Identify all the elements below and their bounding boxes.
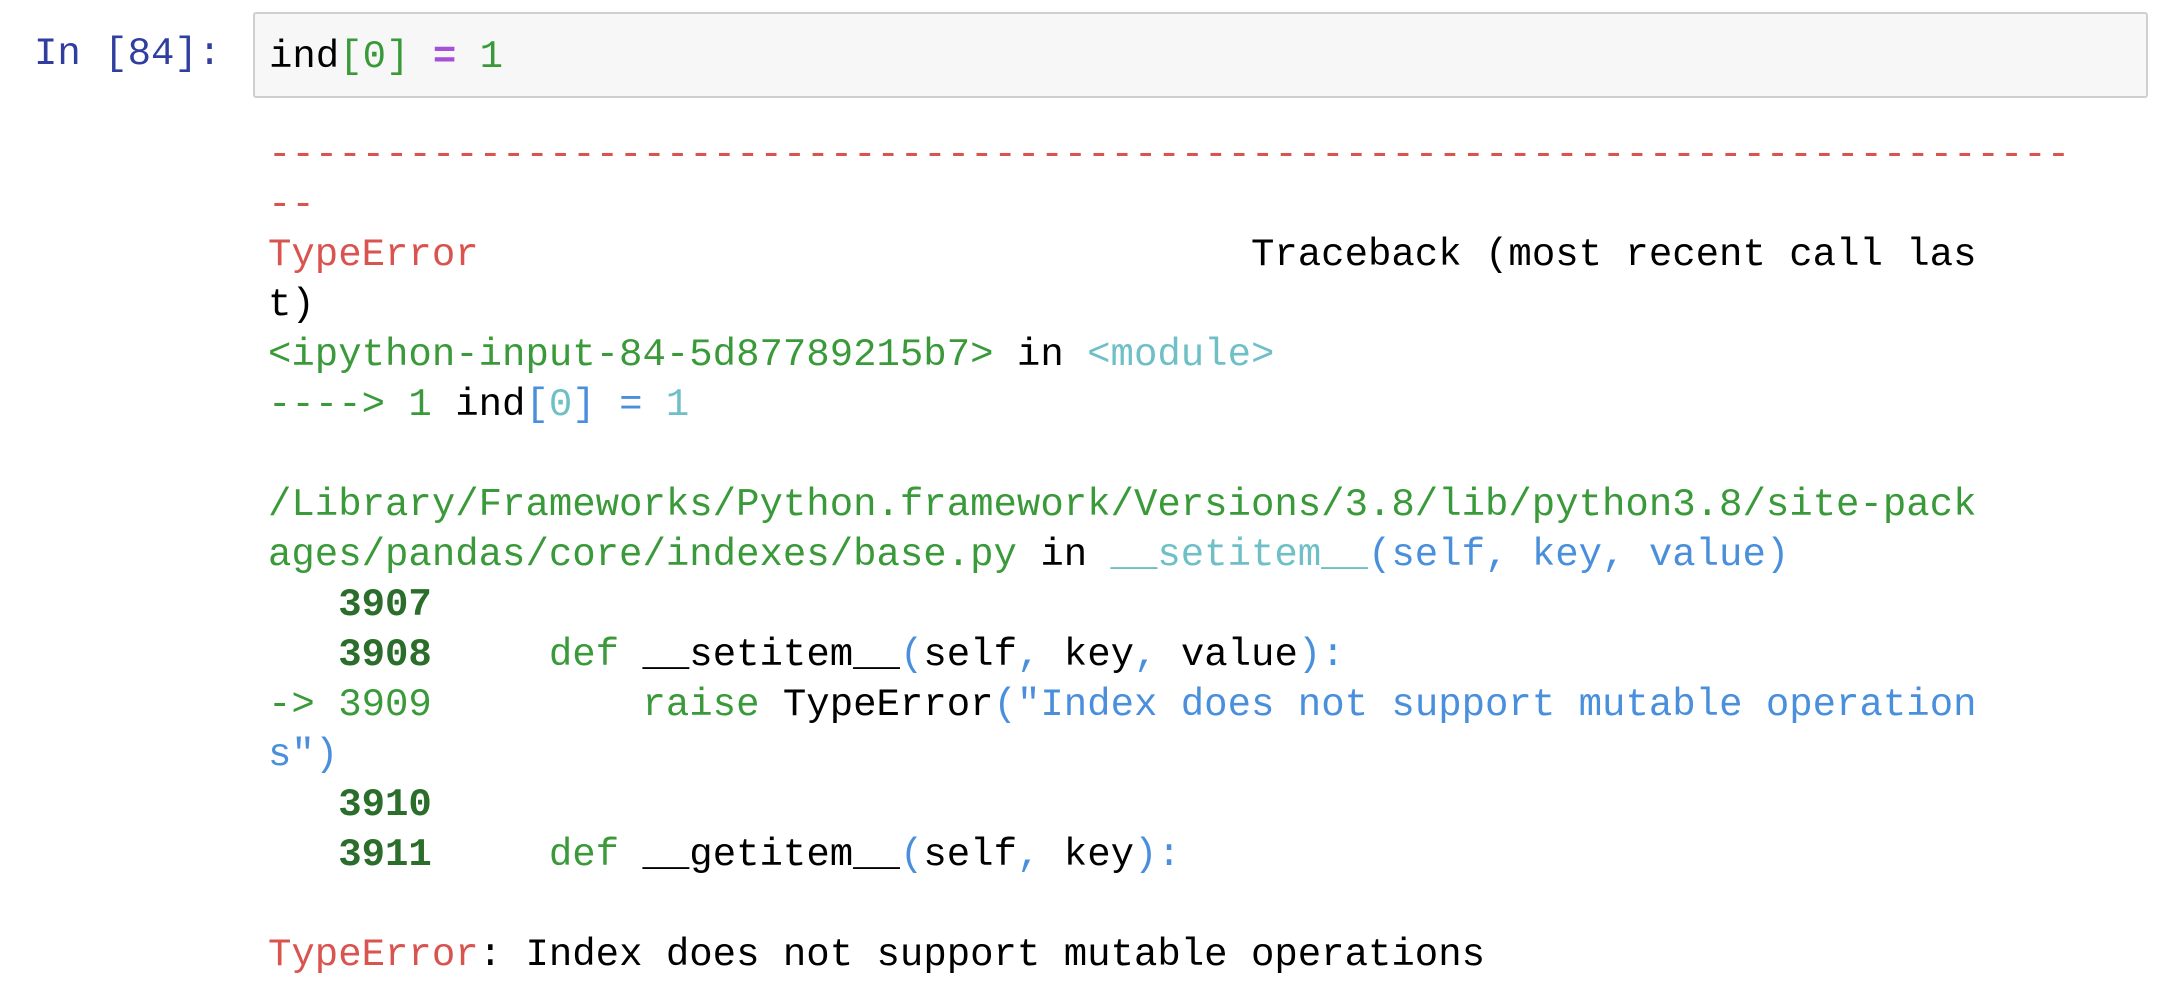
- arg-self: self: [923, 833, 1017, 877]
- frame2-path: ages/pandas/core/indexes/base.py: [268, 533, 1017, 577]
- code-operator: =: [409, 35, 480, 79]
- keyword-def: def: [548, 633, 620, 677]
- frame2-args: (self, key, value): [1368, 533, 1790, 577]
- traceback-header-wrap: t): [268, 283, 315, 327]
- string-literal: "Index does not support mutable operatio…: [1016, 683, 1977, 727]
- comma: ,: [1016, 833, 1064, 877]
- error-name: TypeError: [268, 233, 479, 277]
- exception-name: TypeError: [782, 683, 994, 727]
- func-name: __getitem__: [642, 833, 900, 877]
- arg-value: value: [1180, 633, 1298, 677]
- code-index: 0: [362, 35, 387, 79]
- frame1-var: ind: [455, 383, 526, 427]
- traceback-separator: ----------------------------------------…: [268, 133, 2071, 177]
- source-line-3910: 3910: [268, 780, 2114, 830]
- frame2-func: __setitem__: [1110, 533, 1368, 577]
- code-bracket-close: ]: [386, 35, 410, 79]
- code-input-area[interactable]: ind[0] = 1: [253, 12, 2148, 98]
- current-line-arrow: -> 3909: [268, 683, 432, 727]
- source-line-3911: 3911 def __getitem__(self, key):: [268, 830, 2114, 880]
- traceback-header: TypeError Traceback (most recent call la…: [268, 230, 2114, 280]
- comma: ,: [1134, 633, 1181, 677]
- input-prompt: In [84]:: [34, 32, 222, 76]
- frame1-location: <ipython-input-84-5d87789215b7> in <modu…: [268, 330, 2114, 380]
- keyword-def: def: [548, 833, 620, 877]
- line-number: 3910: [338, 783, 432, 827]
- traceback-header-text: Traceback (most recent call las: [1250, 233, 1977, 277]
- func-name: __setitem__: [642, 633, 900, 677]
- frame1-close: ]: [572, 383, 596, 427]
- arg-key: key: [1063, 833, 1135, 877]
- line-number: 3911: [338, 833, 432, 877]
- code-value: 1: [479, 35, 504, 79]
- frame1-index: 0: [548, 383, 573, 427]
- frame1-code: ----> 1 ind[0] = 1: [268, 380, 2114, 430]
- paren-open: (: [899, 833, 924, 877]
- frame1-arrow: ----> 1: [268, 383, 456, 427]
- frame1-in: in: [993, 333, 1088, 377]
- code-line: ind[0] = 1: [269, 34, 503, 81]
- code-bracket-open: [: [339, 35, 363, 79]
- paren-open: (: [993, 683, 1017, 727]
- frame1-file: <ipython-input-84-5d87789215b7>: [268, 333, 994, 377]
- notebook-cell: In [84]: ind[0] = 1 --------------------…: [0, 0, 2162, 1008]
- frame2-path-line1: /Library/Frameworks/Python.framework/Ver…: [268, 483, 1977, 527]
- paren-open: (: [899, 633, 924, 677]
- string-literal-wrap: s": [268, 733, 315, 777]
- source-line-3909: -> 3909 raise TypeError("Index does not …: [268, 680, 2114, 730]
- paren-close: ): [314, 733, 339, 777]
- comma: ,: [1016, 633, 1064, 677]
- paren-close: ):: [1134, 833, 1181, 877]
- code-var: ind: [269, 35, 340, 79]
- final-error-name: TypeError: [268, 933, 479, 977]
- traceback-output: ----------------------------------------…: [268, 130, 2114, 980]
- line-number: 3908: [338, 633, 432, 677]
- frame2-path-line2: ages/pandas/core/indexes/base.py in __se…: [268, 530, 2114, 580]
- frame1-scope: <module>: [1087, 333, 1275, 377]
- header-gap: [479, 233, 1251, 277]
- frame1-op: =: [595, 383, 666, 427]
- line-number: 3907: [338, 583, 432, 627]
- source-line-3907: 3907: [268, 580, 2114, 630]
- frame1-value: 1: [665, 383, 690, 427]
- source-line-3909-wrap: s"): [268, 730, 2114, 780]
- frame2-in: in: [1016, 533, 1111, 577]
- paren-close: ):: [1297, 633, 1345, 677]
- final-error-line: TypeError: Index does not support mutabl…: [268, 930, 2114, 980]
- frame1-open: [: [525, 383, 549, 427]
- arg-self: self: [923, 633, 1017, 677]
- source-line-3908: 3908 def __setitem__(self, key, value):: [268, 630, 2114, 680]
- traceback-separator-wrap: --: [268, 183, 315, 227]
- arg-key: key: [1063, 633, 1135, 677]
- final-error-message: : Index does not support mutable operati…: [478, 933, 1486, 977]
- keyword-raise: raise: [642, 683, 760, 727]
